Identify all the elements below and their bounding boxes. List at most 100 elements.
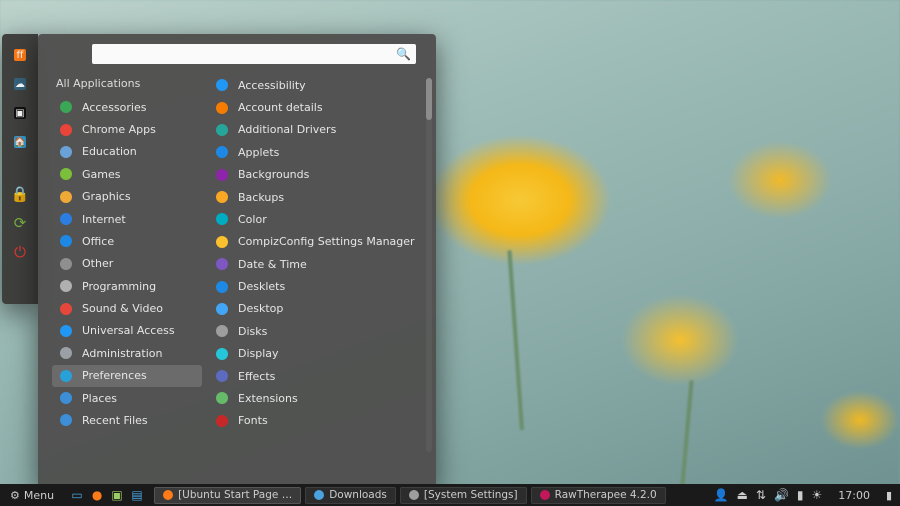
app-label: Applets [238,146,279,159]
files-icon[interactable]: ▤ [128,486,146,504]
app-item[interactable]: Backgrounds [208,164,428,186]
logout-icon[interactable]: ⟳ [7,210,33,236]
menu-button[interactable]: ⚙ Menu [4,484,60,506]
category-label: Chrome Apps [82,123,156,136]
category-item[interactable]: Recent Files [52,409,202,431]
app-item[interactable]: Desklets [208,275,428,297]
desktop-icon [214,301,230,317]
category-item[interactable]: Other [52,253,202,275]
app-item[interactable]: Date & Time [208,253,428,275]
scrollbar-thumb[interactable] [426,78,432,120]
app-item[interactable]: Backups [208,186,428,208]
color-icon [214,211,230,227]
backups-icon [214,189,230,205]
steam-icon[interactable]: ☁ [7,71,33,97]
category-item[interactable]: Places [52,387,202,409]
firefox-icon[interactable]: ● [88,486,106,504]
task-icon [540,490,550,500]
app-item[interactable]: Account details [208,96,428,118]
app-label: Extensions [238,392,298,405]
category-label: Universal Access [82,324,175,337]
app-label: Display [238,347,279,360]
task-label: Downloads [329,489,387,501]
show-desktop-icon[interactable]: ▭ [68,486,86,504]
taskbar-window-button[interactable]: Downloads [305,487,396,504]
app-item[interactable]: Effects [208,365,428,387]
menu-categories-column: All Applications AccessoriesChrome AppsE… [38,72,208,488]
app-label: Desklets [238,280,285,293]
power-icon[interactable]: ⏻ [7,239,33,265]
app-label: Additional Drivers [238,123,336,136]
office-icon [58,233,74,249]
taskbar-window-button[interactable]: [Ubuntu Start Page … [154,487,301,504]
lock-icon[interactable]: 🔒 [7,181,33,207]
firefox-icon[interactable]: ff [7,42,33,68]
app-item[interactable]: Desktop [208,298,428,320]
display-icon [214,346,230,362]
menu-scrollbar[interactable] [426,78,432,452]
app-item[interactable]: Applets [208,141,428,163]
app-item[interactable]: Extensions [208,387,428,409]
terminal-icon[interactable]: ▣ [108,486,126,504]
other-icon [58,256,74,272]
taskbar-panel: ⚙ Menu ▭●▣▤ [Ubuntu Start Page … Download… [0,484,900,506]
fonts-icon [214,413,230,429]
taskbar-window-button[interactable]: RawTherapee 4.2.0 [531,487,666,504]
category-label: Other [82,257,113,270]
disks-icon [214,323,230,339]
menu-favorites-column: ff ☁ ▣ 🏠 🔒 ⟳ ⏻ [2,34,38,304]
accessibility-icon [214,77,230,93]
app-label: Accessibility [238,79,306,92]
network-icon[interactable]: ⇅ [756,488,766,502]
brightness-icon[interactable]: ☀ [812,488,823,502]
account-icon [214,100,230,116]
volume-icon[interactable]: 🔊 [774,488,789,502]
app-label: Color [238,213,267,226]
app-item[interactable]: Color [208,208,428,230]
programming-icon [58,278,74,294]
files-icon[interactable]: 🏠 [7,129,33,155]
category-item[interactable]: Games [52,163,202,185]
category-item[interactable]: Accessories [52,96,202,118]
app-item[interactable]: Display [208,343,428,365]
app-label: Backups [238,191,284,204]
app-item[interactable]: Accessibility [208,74,428,96]
category-item[interactable]: Internet [52,208,202,230]
quick-launch: ▭●▣▤ [64,486,150,504]
app-item[interactable]: Disks [208,320,428,342]
category-item[interactable]: Preferences [52,365,202,387]
app-item[interactable]: Additional Drivers [208,119,428,141]
category-label: Programming [82,280,156,293]
app-label: Fonts [238,414,268,427]
clock[interactable]: 17:00 [830,484,878,506]
removable-icon[interactable]: ⏏ [737,488,748,502]
backgrounds-icon [214,167,230,183]
games-icon [58,166,74,182]
task-icon [314,490,324,500]
app-item[interactable]: Fonts [208,410,428,432]
app-label: Effects [238,370,275,383]
taskbar-window-button[interactable]: [System Settings] [400,487,527,504]
category-item[interactable]: Universal Access [52,320,202,342]
internet-icon [58,211,74,227]
battery-icon[interactable]: ▮ [797,488,804,502]
universal-icon [58,323,74,339]
category-label: Recent Files [82,414,148,427]
category-item[interactable]: Programming [52,275,202,297]
window-list: [Ubuntu Start Page … Downloads [System Set… [154,487,666,504]
user-icon[interactable]: 👤 [714,488,729,502]
category-item[interactable]: Chrome Apps [52,118,202,140]
app-label: CompizConfig Settings Manager [238,235,415,248]
app-label: Date & Time [238,258,307,271]
menu-search-input[interactable] [92,44,416,64]
clock-label: 17:00 [838,489,870,502]
category-item[interactable]: Graphics [52,186,202,208]
show-desktop-button[interactable]: ▮ [882,486,896,504]
category-item[interactable]: Office [52,230,202,252]
category-label: Places [82,392,117,405]
category-item[interactable]: Education [52,141,202,163]
category-item[interactable]: Administration [52,342,202,364]
app-item[interactable]: CompizConfig Settings Manager [208,231,428,253]
terminal-icon[interactable]: ▣ [7,100,33,126]
category-item[interactable]: Sound & Video [52,297,202,319]
